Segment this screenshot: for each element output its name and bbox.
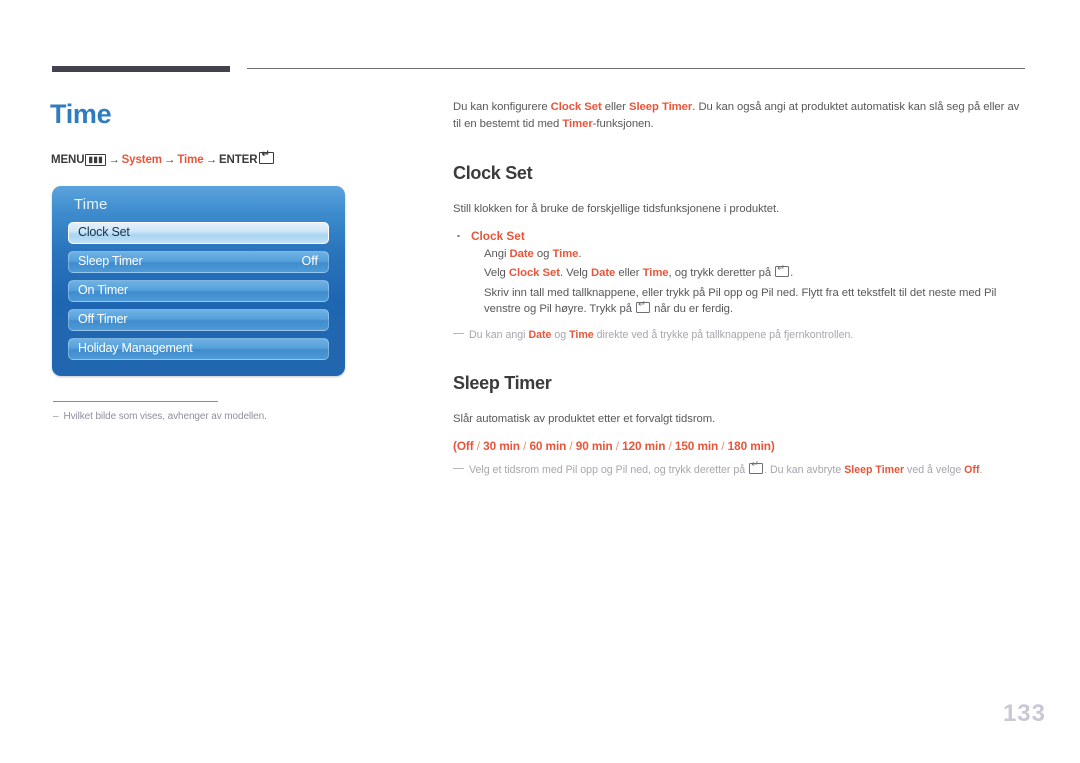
breadcrumb-step-time[interactable]: Time (177, 154, 203, 166)
sleep-note-accent-sleep-timer: Sleep Timer (844, 463, 905, 476)
clock-set-bullet: Clock Set Angi Date og Time. Velg Clock … (453, 229, 1028, 318)
header-rule-thick (52, 66, 230, 72)
note-dash-icon (453, 467, 464, 470)
osd-menu-list: Clock Set Sleep Timer Off On Timer Off T… (68, 222, 329, 367)
enter-key-icon (749, 460, 764, 474)
intro-paragraph: Du kan konfigurere Clock Set eller Sleep… (453, 99, 1028, 132)
breadcrumb-arrow-3: → (205, 154, 218, 166)
options-separator: / (612, 438, 623, 453)
note-accent-time: Time (569, 328, 594, 341)
intro-text-1: Du kan konfigurere (453, 101, 551, 113)
enter-key-icon (636, 300, 651, 314)
line1-text-1: Angi (484, 247, 510, 260)
sleep-option-120min: 120 min (622, 438, 666, 453)
breadcrumb: MENU ▮▮▮ → System → Time → ENTER (51, 150, 275, 166)
clock-set-line-2: Velg Clock Set. Velg Date eller Time, og… (484, 264, 1028, 282)
clock-set-lead-text: Still klokken for å bruke de forskjellig… (453, 203, 780, 215)
note-accent-date: Date (528, 328, 552, 341)
left-footnote-text: Hvilket bilde som vises, avhenger av mod… (63, 411, 267, 422)
line1-text-3: . (578, 247, 582, 260)
osd-item-label: Holiday Management (78, 341, 193, 355)
sleep-option-150min: 150 min (674, 438, 719, 453)
osd-item-off-timer[interactable]: Off Timer (68, 309, 329, 331)
sleep-timer-lead-text: Slår automatisk av produktet etter et fo… (453, 412, 716, 425)
sleep-option-30min: 30 min (483, 438, 520, 453)
osd-item-label: On Timer (78, 283, 128, 297)
osd-item-sleep-timer[interactable]: Sleep Timer Off (68, 251, 329, 273)
breadcrumb-menu-label: MENU (51, 154, 85, 166)
breadcrumb-arrow-1: → (108, 154, 120, 166)
breadcrumb-arrow-2: → (163, 154, 176, 166)
line2-accent-time: Time (642, 267, 669, 280)
sleep-option-90min: 90 min (575, 438, 613, 453)
clock-set-note: Du kan angi Date og Time direkte ved å t… (453, 328, 1028, 343)
header-rule-thin (247, 68, 1025, 69)
line2-text-5: . (790, 267, 794, 280)
sleep-timer-note: Velg et tidsrom med Pil opp og Pil ned, … (453, 460, 1028, 478)
options-separator: / (718, 438, 728, 453)
left-footnote-dash: – (53, 411, 59, 422)
osd-item-label: Off Timer (78, 312, 128, 326)
options-close-paren: ) (770, 438, 775, 453)
line2-accent-date: Date (591, 267, 616, 280)
sleep-note-text-1: Velg et tidsrom med Pil opp og Pil ned, … (469, 463, 749, 476)
sleep-note-text-4: . (979, 463, 983, 476)
sleep-note-accent-off: Off (964, 463, 980, 476)
intro-text-4: -funksjonen. (592, 117, 654, 130)
line2-text-2: . Velg (559, 267, 591, 280)
enter-key-icon (775, 264, 790, 278)
line2-text-4: , og trykk deretter på (668, 267, 775, 280)
note-dash-icon (453, 332, 464, 335)
note-text-3: direkte ved å trykke på tallknappene på … (593, 328, 854, 341)
osd-item-on-timer[interactable]: On Timer (68, 280, 329, 302)
left-note-divider (53, 401, 218, 402)
breadcrumb-enter-label: ENTER (218, 154, 258, 166)
intro-text-2: eller (601, 101, 629, 113)
line2-accent-clock-set: Clock Set (508, 267, 560, 280)
osd-item-clock-set[interactable]: Clock Set (68, 222, 329, 244)
intro-accent-timer: Timer (562, 117, 593, 130)
sleep-option-180min: 180 min (727, 438, 771, 453)
enter-key-icon (259, 150, 275, 164)
sleep-option-60min: 60 min (529, 438, 567, 453)
osd-item-value: Off (301, 254, 318, 268)
line3-text-1: Skriv inn tall med tallknappene, eller t… (484, 286, 997, 316)
content-column: Du kan konfigurere Clock Set eller Sleep… (453, 99, 1028, 478)
osd-item-label: Clock Set (78, 225, 130, 239)
osd-item-holiday-management[interactable]: Holiday Management (68, 338, 329, 360)
section-heading-clock-set: Clock Set (453, 163, 533, 183)
line1-accent-time: Time (552, 247, 579, 260)
line1-text-2: og (533, 247, 553, 260)
sleep-note-text-3: ved å velge (904, 463, 965, 476)
menu-grid-icon: ▮▮▮ (85, 154, 107, 166)
line2-text-3: eller (615, 267, 643, 280)
line2-text-1: Velg (484, 267, 509, 280)
line3-text-2: når du er ferdig. (651, 303, 734, 316)
options-separator: / (566, 438, 576, 453)
bullet-title-clock-set: Clock Set (471, 228, 525, 243)
line1-accent-date: Date (509, 247, 534, 260)
sleep-option-off: Off (456, 438, 474, 453)
clock-set-line-3: Skriv inn tall med tallknappene, eller t… (484, 285, 1028, 318)
bullet-sub-block: Angi Date og Time. Velg Clock Set. Velg … (471, 246, 1028, 318)
note-text-1: Du kan angi (469, 328, 529, 341)
note-text-2: og (551, 328, 570, 341)
page-title: Time (50, 99, 112, 129)
osd-menu-title: Time (74, 196, 108, 213)
section-heading-sleep-timer: Sleep Timer (453, 372, 552, 393)
intro-accent-sleep-timer: Sleep Timer (628, 101, 693, 113)
bullet-dot-icon (457, 234, 460, 238)
intro-accent-clock-set: Clock Set (550, 101, 602, 113)
osd-menu-panel: Time Clock Set Sleep Timer Off On Timer … (52, 186, 345, 376)
options-separator: / (473, 438, 484, 453)
breadcrumb-step-system[interactable]: System (122, 154, 162, 166)
sleep-note-text-2: . Du kan avbryte (764, 463, 845, 476)
sleep-timer-options-list: (Off / 30 min / 60 min / 90 min / 120 mi… (453, 439, 1028, 453)
osd-item-label: Sleep Timer (78, 254, 143, 268)
page-number: 133 (1002, 700, 1046, 727)
left-footnote: – Hvilket bilde som vises, avhenger av mo… (53, 411, 267, 422)
options-separator: / (665, 438, 675, 453)
clock-set-line-1: Angi Date og Time. (484, 246, 1028, 263)
